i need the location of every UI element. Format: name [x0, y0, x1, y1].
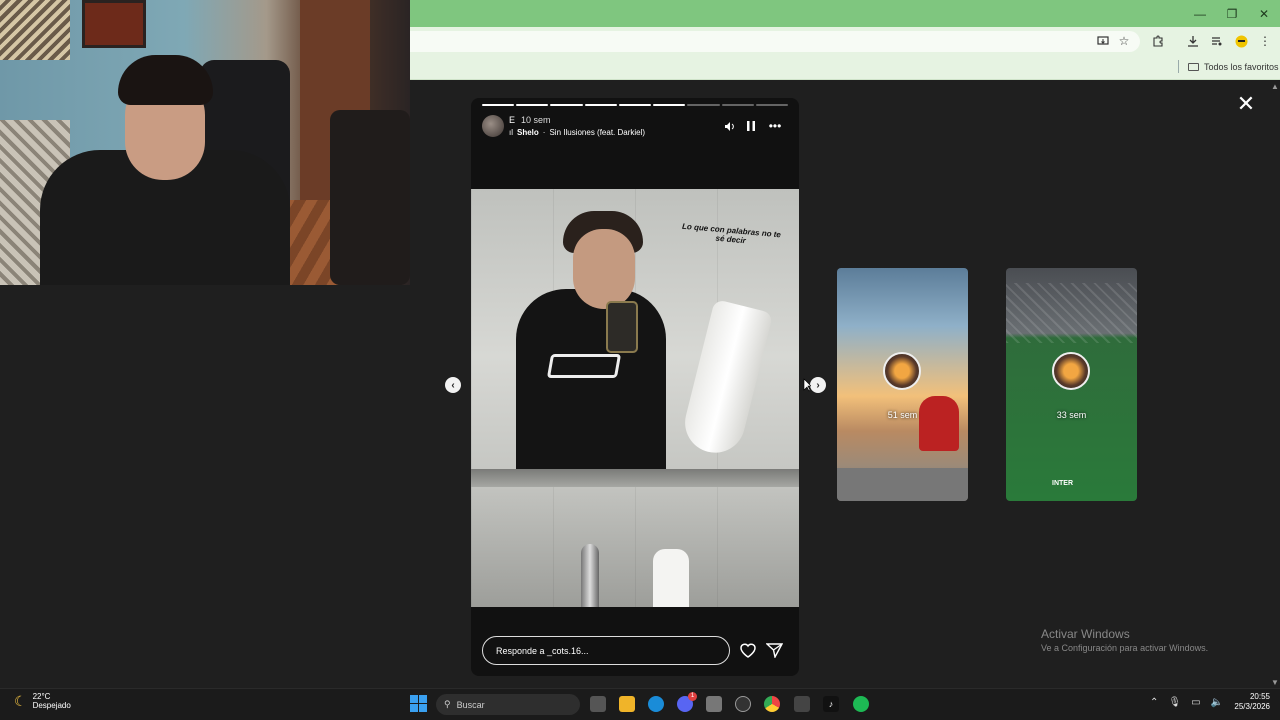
bookmarks-separator	[1178, 60, 1179, 73]
media-queue-icon[interactable]	[1209, 33, 1225, 49]
chevron-up-icon[interactable]: ⌃	[1150, 697, 1158, 708]
progress-segment	[550, 104, 583, 106]
music-separator: ·	[542, 128, 546, 137]
progress-segment	[653, 104, 686, 106]
search-placeholder: Buscar	[456, 699, 485, 710]
preview-badge: INTER	[1052, 480, 1073, 487]
weather-temp: 22°C	[32, 692, 51, 701]
close-story-button[interactable]: ✕	[1236, 93, 1256, 115]
progress-segment	[755, 104, 788, 106]
music-bars-icon: ıl	[509, 128, 513, 137]
music-artist: Shelo	[517, 128, 539, 137]
story-photo: Lo que con palabras no te sé decir	[471, 189, 799, 607]
preview-time: 33 sem	[1056, 410, 1087, 420]
progress-segment	[721, 104, 754, 106]
progress-segment	[516, 104, 549, 106]
clock-time: 20:55	[1249, 692, 1270, 701]
volume-icon[interactable]	[723, 119, 737, 133]
scroll-down-arrow[interactable]: ▼	[1271, 678, 1279, 687]
all-bookmarks-label: Todos los favoritos	[1204, 62, 1279, 72]
moon-icon: ☾	[14, 692, 27, 709]
scroll-up-arrow[interactable]: ▲	[1271, 82, 1279, 91]
profile-avatar-icon[interactable]	[1233, 33, 1249, 49]
weather-widget[interactable]: ☾ 22°C Despejado	[14, 692, 71, 710]
restore-button[interactable]: ❐	[1216, 0, 1248, 27]
story-music[interactable]: ıl Shelo · Sin Ilusiones (feat. Darkiel)	[509, 128, 645, 137]
bookmark-star-icon[interactable]: ☆	[1116, 33, 1132, 49]
taskbar-search[interactable]: ⚲ Buscar	[436, 694, 580, 715]
network-icon[interactable]: ▭	[1191, 697, 1200, 708]
next-story-button[interactable]: ›	[810, 377, 826, 393]
taskbar-clock[interactable]: 20:55 25/3/2026	[1226, 692, 1270, 712]
close-window-button[interactable]: ✕	[1248, 0, 1280, 27]
spotify-icon[interactable]	[853, 696, 869, 712]
progress-segment	[618, 104, 652, 106]
browser-titlebar	[410, 0, 1280, 27]
story-progress-bar	[482, 104, 788, 106]
send-icon[interactable]	[765, 642, 784, 660]
mouse-cursor-icon	[803, 378, 811, 392]
activate-windows-subtitle: Ve a Configuración para activar Windows.	[1041, 643, 1209, 653]
extensions-icon[interactable]	[1150, 33, 1166, 49]
webcam-overlay	[0, 0, 410, 285]
address-bar[interactable]	[410, 31, 1140, 52]
search-icon: ⚲	[444, 699, 451, 709]
speaker-icon[interactable]: 🔈	[1211, 697, 1223, 708]
story-header: E 10 sem	[509, 115, 551, 125]
progress-segment	[584, 104, 617, 106]
heart-icon[interactable]	[739, 642, 757, 660]
pause-icon[interactable]	[745, 119, 757, 133]
preview-time: 51 sem	[887, 410, 918, 420]
capcut-icon[interactable]	[794, 696, 810, 712]
music-song: Sin Ilusiones (feat. Darkiel)	[549, 128, 646, 137]
preview-avatar	[883, 352, 921, 390]
task-view-icon[interactable]	[590, 696, 606, 712]
install-app-icon[interactable]	[1095, 33, 1111, 49]
progress-segment	[482, 104, 515, 106]
story-avatar[interactable]	[482, 115, 504, 137]
taskbar	[0, 688, 1280, 720]
preview-avatar	[1052, 352, 1090, 390]
windows-start-icon[interactable]	[410, 695, 427, 712]
story-preview-card[interactable]: 51 sem	[837, 268, 968, 501]
menu-dots-icon[interactable]: ⋮	[1257, 33, 1273, 49]
app-icon[interactable]	[706, 696, 722, 712]
story-preview-card[interactable]: 33 sem INTER	[1006, 268, 1137, 501]
progress-segment	[687, 104, 720, 106]
more-options-icon[interactable]: •••	[766, 119, 784, 133]
story-time: 10 sem	[521, 115, 551, 125]
activate-windows-title: Activar Windows	[1041, 627, 1130, 641]
notification-badge: 1	[688, 692, 697, 701]
chrome-icon[interactable]	[764, 696, 780, 712]
edge-browser-icon[interactable]	[648, 696, 664, 712]
previous-story-button[interactable]: ‹	[445, 377, 461, 393]
clock-date: 25/3/2026	[1234, 702, 1270, 711]
download-icon[interactable]	[1185, 33, 1201, 49]
obs-icon[interactable]	[735, 696, 751, 712]
tiktok-icon[interactable]: ♪	[823, 696, 839, 712]
folder-icon	[1188, 63, 1199, 71]
story-username[interactable]: E	[509, 115, 515, 125]
reply-input[interactable]: Responde a _cots.16...	[482, 636, 730, 665]
weather-condition: Despejado	[32, 701, 71, 711]
all-bookmarks-button[interactable]: Todos los favoritos	[1188, 59, 1279, 75]
window-controls: — ❐ ✕	[1184, 0, 1280, 27]
file-explorer-icon[interactable]	[619, 696, 635, 712]
bookmarks-bar	[410, 55, 1280, 80]
system-tray: ⌃ 🎙 ▭ 🔈	[1150, 697, 1223, 708]
microphone-icon[interactable]: 🎙	[1168, 697, 1181, 708]
minimize-button[interactable]: —	[1184, 0, 1216, 27]
